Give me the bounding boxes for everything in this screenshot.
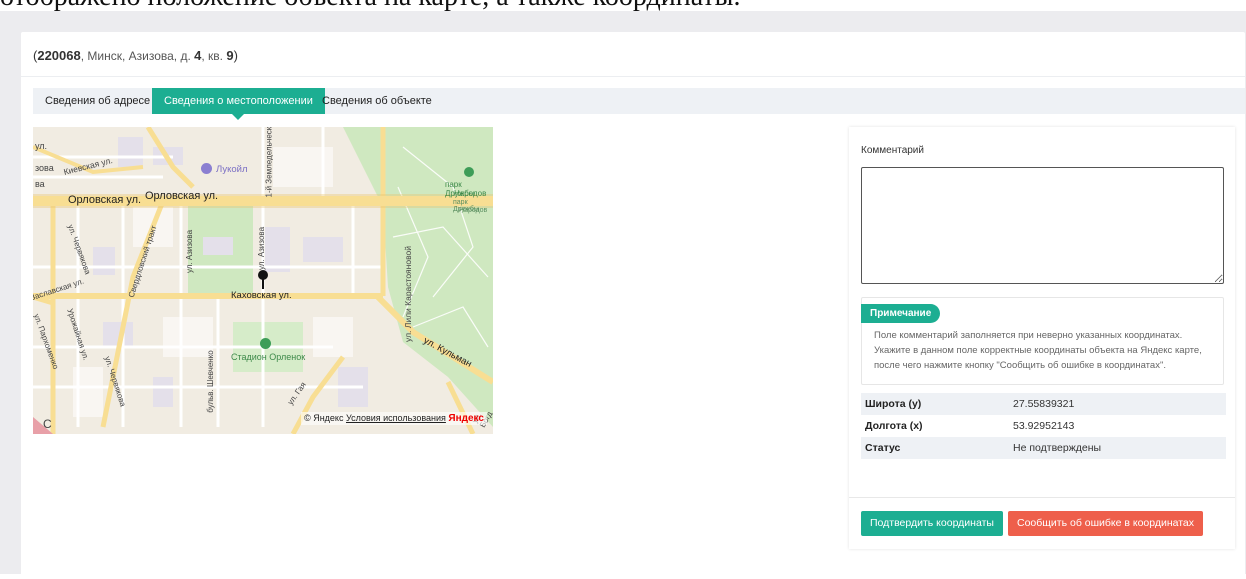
- address-city-street: , Минск, Азизова, д.: [80, 49, 195, 63]
- map-canvas[interactable]: [33, 127, 493, 434]
- page-frame: (220068, Минск, Азизова, д. 4, кв. 9) Св…: [0, 11, 1246, 579]
- comment-textarea[interactable]: [861, 167, 1224, 284]
- title-divider: [21, 76, 1245, 77]
- note-badge: Примечание: [861, 304, 941, 323]
- table-row: Широта (y) 27.55839321: [861, 393, 1226, 415]
- tab-object-info[interactable]: Сведения об объекте: [310, 88, 444, 114]
- report-coordinates-error-button[interactable]: Сообщить об ошибке в координатах: [1008, 511, 1204, 536]
- status-label: Статус: [865, 442, 901, 454]
- object-card: (220068, Минск, Азизова, д. 4, кв. 9) Св…: [21, 32, 1245, 579]
- table-row: Статус Не подтверждены: [861, 437, 1226, 459]
- tab-address-info[interactable]: Сведения об адресе: [33, 88, 162, 114]
- map-copyright: © Яндекс: [304, 413, 344, 423]
- coordinates-panel: Комментарий Примечание Поле комментарий …: [849, 127, 1235, 549]
- map-terms-link[interactable]: Условия использования: [346, 413, 446, 423]
- address-flat-label: , кв.: [201, 49, 227, 63]
- flat-number: 9: [226, 48, 234, 63]
- yandex-map[interactable]: ул. зова ва Киевская ул. Орловская ул. О…: [33, 127, 493, 434]
- comment-label: Комментарий: [861, 145, 924, 156]
- tab-location-info[interactable]: Сведения о местоположении: [152, 88, 325, 120]
- longitude-label: Долгота (x): [865, 420, 923, 432]
- coordinates-table: Широта (y) 27.55839321 Долгота (x) 53.92…: [861, 393, 1226, 459]
- note-text: Поле комментарий заполняется при неверно…: [874, 330, 1202, 371]
- postcode: 220068: [37, 48, 81, 63]
- latitude-value: 27.55839321: [1013, 398, 1075, 410]
- confirm-coordinates-button[interactable]: Подтвердить координаты: [861, 511, 1003, 536]
- latitude-label: Широта (y): [865, 398, 922, 410]
- map-attribution: © Яндекс Условия использования Яндекс: [301, 412, 487, 425]
- yandex-logo[interactable]: Яндекс: [448, 413, 484, 424]
- note-box: Примечание Поле комментарий заполняется …: [861, 297, 1224, 385]
- table-row: Долгота (x) 53.92952143: [861, 415, 1226, 437]
- card-title: (220068, Минск, Азизова, д. 4, кв. 9): [33, 48, 238, 63]
- tab-bar: Сведения об адресе Сведения о местополож…: [33, 88, 1245, 120]
- panel-divider: [849, 497, 1235, 498]
- title-close-paren: ): [233, 48, 238, 63]
- status-value: Не подтверждены: [1013, 442, 1102, 454]
- longitude-value: 53.92952143: [1013, 420, 1075, 432]
